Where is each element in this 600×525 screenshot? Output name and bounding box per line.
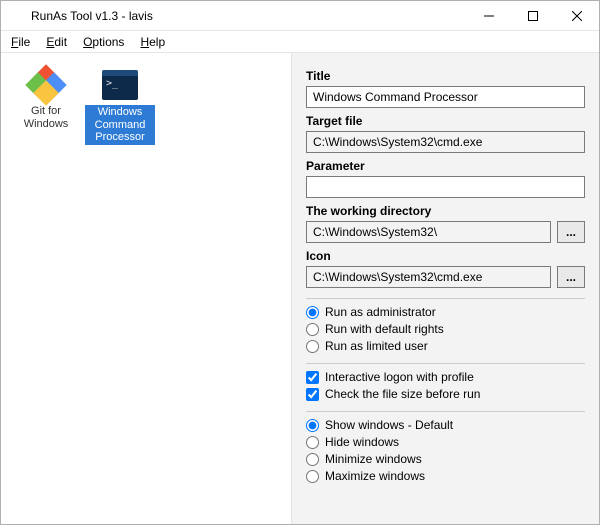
radio-input[interactable] (306, 340, 319, 353)
target-input[interactable] (306, 131, 585, 153)
checkbox-input[interactable] (306, 371, 319, 384)
parameter-input[interactable] (306, 176, 585, 198)
title-label: Title (306, 69, 585, 83)
radio-label: Maximize windows (325, 469, 425, 483)
maximize-button[interactable] (511, 1, 555, 31)
app-window: RunAs Tool v1.3 - lavis File Edit Option… (0, 0, 600, 525)
radio-input[interactable] (306, 306, 319, 319)
properties-panel: Title Target file Parameter The working … (291, 53, 599, 524)
radio-label: Show windows - Default (325, 418, 453, 432)
checkbox-input[interactable] (306, 388, 319, 401)
list-item-label: Windows Command Processor (85, 105, 155, 145)
icon-input[interactable] (306, 266, 551, 288)
list-item-cmd[interactable]: Windows Command Processor (83, 63, 157, 149)
minimize-button[interactable] (467, 1, 511, 31)
radio-input[interactable] (306, 323, 319, 336)
list-item-label: Git for Windows (11, 105, 81, 130)
menu-options[interactable]: Options (77, 33, 130, 51)
radio-show-maximize[interactable]: Maximize windows (306, 469, 585, 483)
minimize-icon (484, 11, 494, 21)
workdir-browse-button[interactable]: ... (557, 221, 585, 243)
workdir-input[interactable] (306, 221, 551, 243)
radio-input[interactable] (306, 419, 319, 432)
menu-help[interactable]: Help (134, 33, 171, 51)
cmd-icon (102, 67, 138, 103)
check-interactive-logon[interactable]: Interactive logon with profile (306, 370, 585, 384)
icon-browse-button[interactable]: ... (557, 266, 585, 288)
radio-label: Run with default rights (325, 322, 444, 336)
content-area: Git for Windows Windows Command Processo… (1, 53, 599, 524)
window-title: RunAs Tool v1.3 - lavis (31, 9, 467, 23)
item-list[interactable]: Git for Windows Windows Command Processo… (1, 53, 291, 524)
title-input[interactable] (306, 86, 585, 108)
titlebar: RunAs Tool v1.3 - lavis (1, 1, 599, 31)
radio-show-minimize[interactable]: Minimize windows (306, 452, 585, 466)
radio-label: Run as administrator (325, 305, 436, 319)
radio-input[interactable] (306, 436, 319, 449)
radio-label: Hide windows (325, 435, 399, 449)
icon-label: Icon (306, 249, 585, 263)
radio-input[interactable] (306, 453, 319, 466)
menu-edit[interactable]: Edit (40, 33, 73, 51)
list-item-git[interactable]: Git for Windows (9, 63, 83, 134)
checkbox-label: Check the file size before run (325, 387, 480, 401)
radio-run-admin[interactable]: Run as administrator (306, 305, 585, 319)
maximize-icon (528, 11, 538, 21)
radio-input[interactable] (306, 470, 319, 483)
separator (306, 363, 585, 364)
radio-show-hide[interactable]: Hide windows (306, 435, 585, 449)
radio-show-default[interactable]: Show windows - Default (306, 418, 585, 432)
app-icon (9, 8, 25, 24)
separator (306, 298, 585, 299)
checkbox-label: Interactive logon with profile (325, 370, 474, 384)
workdir-label: The working directory (306, 204, 585, 218)
parameter-label: Parameter (306, 159, 585, 173)
target-label: Target file (306, 114, 585, 128)
close-button[interactable] (555, 1, 599, 31)
git-icon (28, 67, 64, 103)
separator (306, 411, 585, 412)
menubar: File Edit Options Help (1, 31, 599, 53)
close-icon (572, 11, 582, 21)
radio-run-default[interactable]: Run with default rights (306, 322, 585, 336)
check-file-size[interactable]: Check the file size before run (306, 387, 585, 401)
radio-label: Run as limited user (325, 339, 428, 353)
radio-label: Minimize windows (325, 452, 422, 466)
radio-run-limited[interactable]: Run as limited user (306, 339, 585, 353)
menu-file[interactable]: File (5, 33, 36, 51)
